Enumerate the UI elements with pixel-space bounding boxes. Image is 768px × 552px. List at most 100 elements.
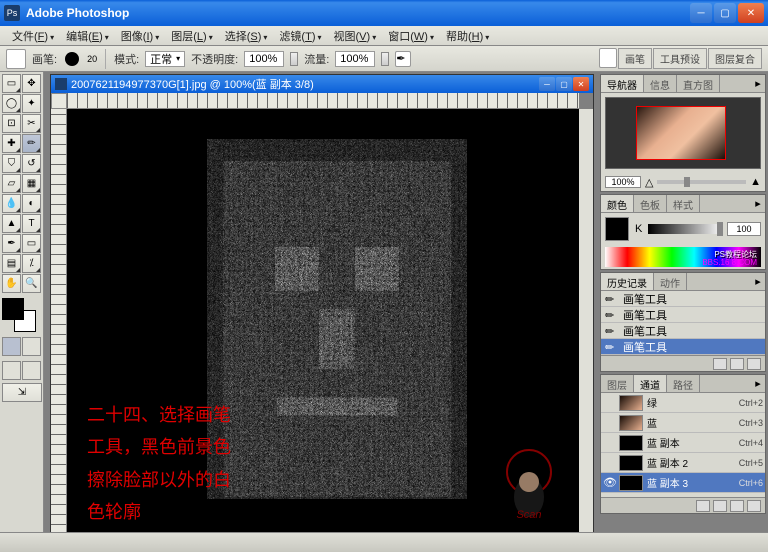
tab-info[interactable]: 信息 xyxy=(644,75,677,92)
flow-slider[interactable] xyxy=(381,52,389,66)
close-button[interactable]: ✕ xyxy=(738,3,764,23)
pen-tool[interactable]: ✒ xyxy=(2,234,21,253)
tab-actions[interactable]: 动作 xyxy=(654,273,687,290)
airbrush-icon[interactable]: ✒ xyxy=(395,51,411,67)
mode-select[interactable]: 正常 ▾ xyxy=(145,51,185,67)
slice-tool[interactable]: ✂ xyxy=(22,114,41,133)
eyedropper-tool[interactable]: ⁒ xyxy=(22,254,41,273)
wand-tool[interactable]: ✦ xyxy=(22,94,41,113)
shape-tool[interactable]: ▭ xyxy=(22,234,41,253)
tab-channels[interactable]: 通道 xyxy=(634,375,667,392)
tab-layers[interactable]: 图层 xyxy=(601,375,634,392)
visibility-icon[interactable] xyxy=(603,416,617,430)
type-tool[interactable]: T xyxy=(22,214,41,233)
maximize-button[interactable]: ▢ xyxy=(714,3,736,23)
notes-tool[interactable]: ▤ xyxy=(2,254,21,273)
new-doc-icon[interactable] xyxy=(730,358,744,370)
panel-menu-icon[interactable]: ▸ xyxy=(751,273,765,290)
zoom-out-icon[interactable]: △ xyxy=(645,176,653,189)
gradient-tool[interactable]: ▦ xyxy=(22,174,41,193)
channel-row[interactable]: 蓝 副本Ctrl+4 xyxy=(601,433,765,453)
history-item[interactable]: ✏画笔工具 xyxy=(601,291,765,307)
history-brush-tool[interactable]: ↺ xyxy=(22,154,41,173)
opacity-slider[interactable] xyxy=(290,52,298,66)
minimize-button[interactable]: ─ xyxy=(690,3,712,23)
doc-minimize-button[interactable]: ─ xyxy=(539,77,555,91)
heal-tool[interactable]: ✚ xyxy=(2,134,21,153)
menu-layer[interactable]: 图层(L)▾ xyxy=(165,26,218,46)
screen-mode-2-icon[interactable] xyxy=(22,361,41,380)
hand-tool[interactable]: ✋ xyxy=(2,274,21,293)
tab-histogram[interactable]: 直方图 xyxy=(677,75,720,92)
lasso-tool[interactable]: ◯ xyxy=(2,94,21,113)
tab-swatches[interactable]: 色板 xyxy=(634,195,667,212)
tab-tool-presets[interactable]: 工具预设 xyxy=(653,48,707,69)
save-selection-icon[interactable] xyxy=(713,500,727,512)
zoom-in-icon[interactable]: ▲ xyxy=(750,176,761,188)
k-value[interactable]: 100 xyxy=(727,222,761,236)
standard-mode-icon[interactable] xyxy=(2,337,21,356)
trash-icon[interactable] xyxy=(747,500,761,512)
vertical-scrollbar[interactable] xyxy=(579,109,593,532)
color-spectrum[interactable]: PS教程论坛 BBS.16 8.COM xyxy=(605,247,761,267)
k-slider[interactable] xyxy=(648,224,723,234)
menu-window[interactable]: 窗口(W)▾ xyxy=(382,26,440,46)
doc-close-button[interactable]: ✕ xyxy=(573,77,589,91)
new-channel-icon[interactable] xyxy=(730,500,744,512)
crop-tool[interactable]: ⊡ xyxy=(2,114,21,133)
doc-maximize-button[interactable]: ▢ xyxy=(556,77,572,91)
channel-row[interactable]: 蓝 副本 2Ctrl+5 xyxy=(601,453,765,473)
trash-icon[interactable] xyxy=(747,358,761,370)
visibility-icon[interactable] xyxy=(603,456,617,470)
new-snapshot-icon[interactable] xyxy=(713,358,727,370)
menu-edit[interactable]: 编辑(E)▾ xyxy=(60,26,115,46)
tab-layer-comps[interactable]: 图层复合 xyxy=(708,48,762,69)
nav-zoom-value[interactable]: 100% xyxy=(605,176,641,188)
dodge-tool[interactable]: ◐ xyxy=(22,194,41,213)
palette-well-icon[interactable] xyxy=(599,48,617,68)
menu-filter[interactable]: 滤镜(T)▾ xyxy=(273,26,327,46)
channel-row[interactable]: 蓝Ctrl+3 xyxy=(601,413,765,433)
path-tool[interactable]: ▲ xyxy=(2,214,21,233)
ruler-origin[interactable] xyxy=(51,93,67,109)
document-titlebar[interactable]: 2007621194977370G[1].jpg @ 100%(蓝 副本 3/8… xyxy=(51,75,593,93)
color-swatch[interactable] xyxy=(2,298,36,332)
history-item[interactable]: ✏画笔工具 xyxy=(601,339,765,355)
tab-navigator[interactable]: 导航器 xyxy=(601,75,644,92)
menu-view[interactable]: 视图(V)▾ xyxy=(328,26,383,46)
tab-history[interactable]: 历史记录 xyxy=(601,273,654,290)
eraser-tool[interactable]: ▱ xyxy=(2,174,21,193)
color-swatch-panel[interactable] xyxy=(605,217,629,241)
foreground-color[interactable] xyxy=(2,298,24,320)
menu-select[interactable]: 选择(S)▾ xyxy=(219,26,274,46)
brush-tool[interactable]: ✏ xyxy=(22,134,41,153)
menu-file[interactable]: 文件(F)▾ xyxy=(6,26,60,46)
opacity-input[interactable]: 100% xyxy=(244,51,284,67)
quickmask-mode-icon[interactable] xyxy=(22,337,41,356)
visibility-icon[interactable] xyxy=(603,396,617,410)
menu-help[interactable]: 帮助(H)▾ xyxy=(440,26,495,46)
tool-preset-icon[interactable] xyxy=(6,49,26,69)
load-selection-icon[interactable] xyxy=(696,500,710,512)
channel-row[interactable]: 绿Ctrl+2 xyxy=(601,393,765,413)
brush-preview-icon[interactable] xyxy=(63,50,81,68)
tab-paths[interactable]: 路径 xyxy=(667,375,700,392)
panel-menu-icon[interactable]: ▸ xyxy=(751,195,765,212)
ruler-vertical[interactable] xyxy=(51,109,67,532)
screen-mode-1-icon[interactable] xyxy=(2,361,21,380)
menu-image[interactable]: 图像(I)▾ xyxy=(115,26,165,46)
visibility-icon[interactable]: 👁 xyxy=(603,476,617,490)
panel-menu-icon[interactable]: ▸ xyxy=(751,375,765,392)
ruler-horizontal[interactable] xyxy=(67,93,579,109)
blur-tool[interactable]: 💧 xyxy=(2,194,21,213)
history-item[interactable]: ✏画笔工具 xyxy=(601,307,765,323)
panel-menu-icon[interactable]: ▸ xyxy=(751,75,765,92)
flow-input[interactable]: 100% xyxy=(335,51,375,67)
jump-to-imageready-icon[interactable]: ⇲ xyxy=(2,383,42,402)
canvas[interactable]: 二十四、选择画笔 工具，黑色前景色 擦除脸部以外的白 色轮廓 Scan xyxy=(67,109,579,532)
channel-row[interactable]: 👁蓝 副本 3Ctrl+6 xyxy=(601,473,765,493)
marquee-tool[interactable]: ▭ xyxy=(2,74,21,93)
move-tool[interactable]: ✥ xyxy=(22,74,41,93)
zoom-tool[interactable]: 🔍 xyxy=(22,274,41,293)
stamp-tool[interactable]: ⛉ xyxy=(2,154,21,173)
